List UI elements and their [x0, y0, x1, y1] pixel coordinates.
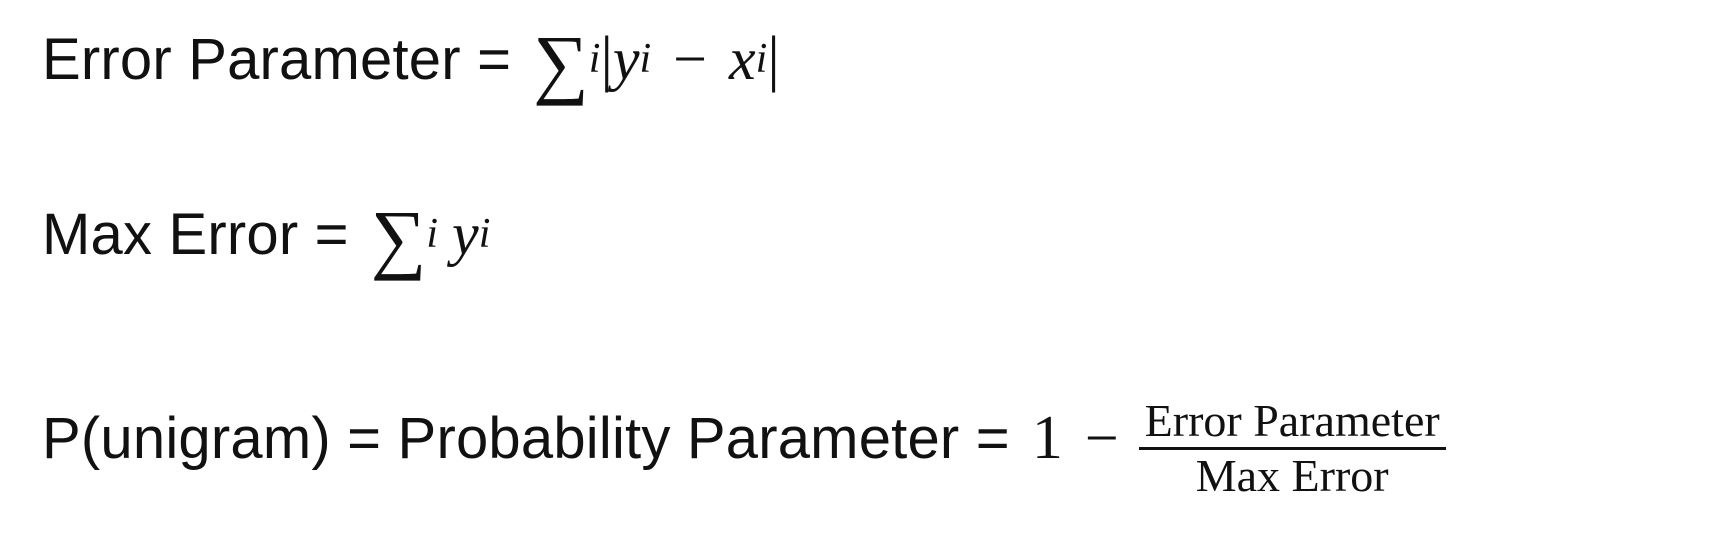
sigma-symbol: ∑ — [370, 194, 427, 281]
formula-max-error: Max Error = ∑ i y i — [42, 195, 491, 277]
y-subscript: i — [478, 211, 491, 257]
minus-operator: − — [1084, 405, 1119, 471]
formula-probability-parameter: P(unigram) = Probability Parameter = 1 −… — [42, 385, 1446, 501]
abs-bar-left: | — [600, 24, 613, 93]
fraction: Error Parameter Max Error — [1138, 395, 1446, 502]
x-subscript: i — [755, 36, 768, 82]
variable-y: y — [612, 25, 640, 92]
variable-y: y — [452, 200, 479, 267]
variable-x: x — [729, 25, 756, 92]
fraction-denominator: Max Error — [1195, 450, 1389, 501]
formula-label: Error Parameter = — [42, 26, 512, 92]
sigma-subscript: i — [588, 36, 601, 82]
y-subscript: i — [639, 36, 652, 82]
formula-label: P(unigram) = Probability Parameter = — [42, 406, 1010, 471]
fraction-numerator: Error Parameter — [1144, 395, 1440, 446]
abs-bar-right: | — [767, 24, 780, 93]
minus-operator: − — [673, 25, 708, 92]
constant-one: 1 — [1031, 404, 1063, 472]
formula-label: Max Error = — [42, 201, 349, 267]
formula-error-parameter: Error Parameter = ∑ i | y i − x i | — [42, 20, 780, 102]
sigma-subscript: i — [426, 211, 439, 257]
sigma-symbol: ∑ — [533, 19, 589, 106]
